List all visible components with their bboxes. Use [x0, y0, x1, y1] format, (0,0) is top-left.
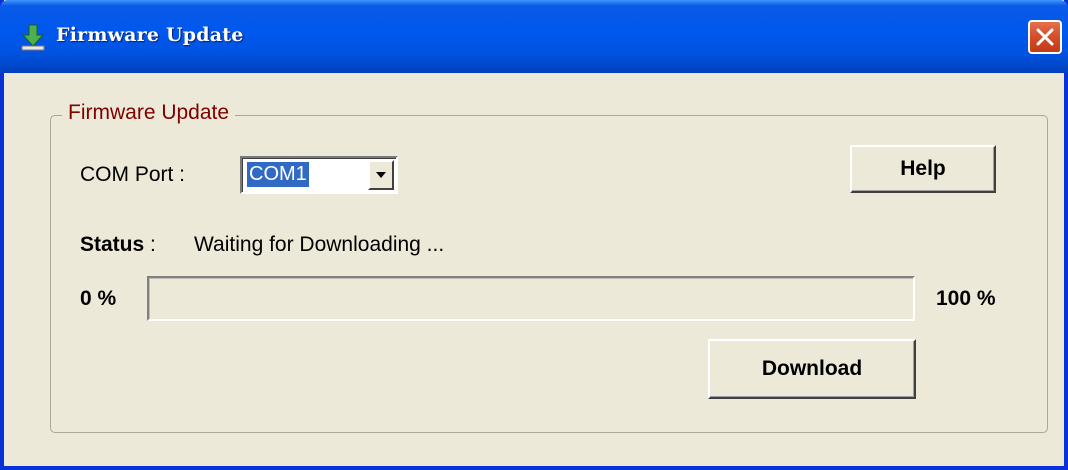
com-port-select[interactable]: COM1	[240, 156, 398, 194]
group-legend: Firmware Update	[62, 101, 236, 125]
com-port-dropdown-button[interactable]	[368, 160, 394, 190]
close-icon	[1036, 28, 1054, 46]
download-button[interactable]: Download	[708, 339, 916, 399]
window-title: Firmware Update	[56, 24, 244, 46]
download-arrow-icon	[18, 22, 48, 52]
progress-min-label: 0 %	[80, 287, 117, 310]
firmware-update-window: Firmware Update Firmware Update COM Port…	[0, 0, 1068, 470]
progress-max-label: 100 %	[936, 287, 996, 310]
com-port-value: COM1	[246, 161, 310, 188]
close-button[interactable]	[1028, 20, 1062, 54]
com-port-label: COM Port :	[80, 163, 186, 186]
status-text: Waiting for Downloading ...	[194, 233, 445, 256]
help-button[interactable]: Help	[850, 145, 996, 193]
download-progress-bar	[147, 276, 915, 321]
title-bar[interactable]: Firmware Update	[0, 0, 1068, 73]
chevron-down-icon	[376, 172, 386, 178]
status-label: Status :	[80, 233, 156, 256]
